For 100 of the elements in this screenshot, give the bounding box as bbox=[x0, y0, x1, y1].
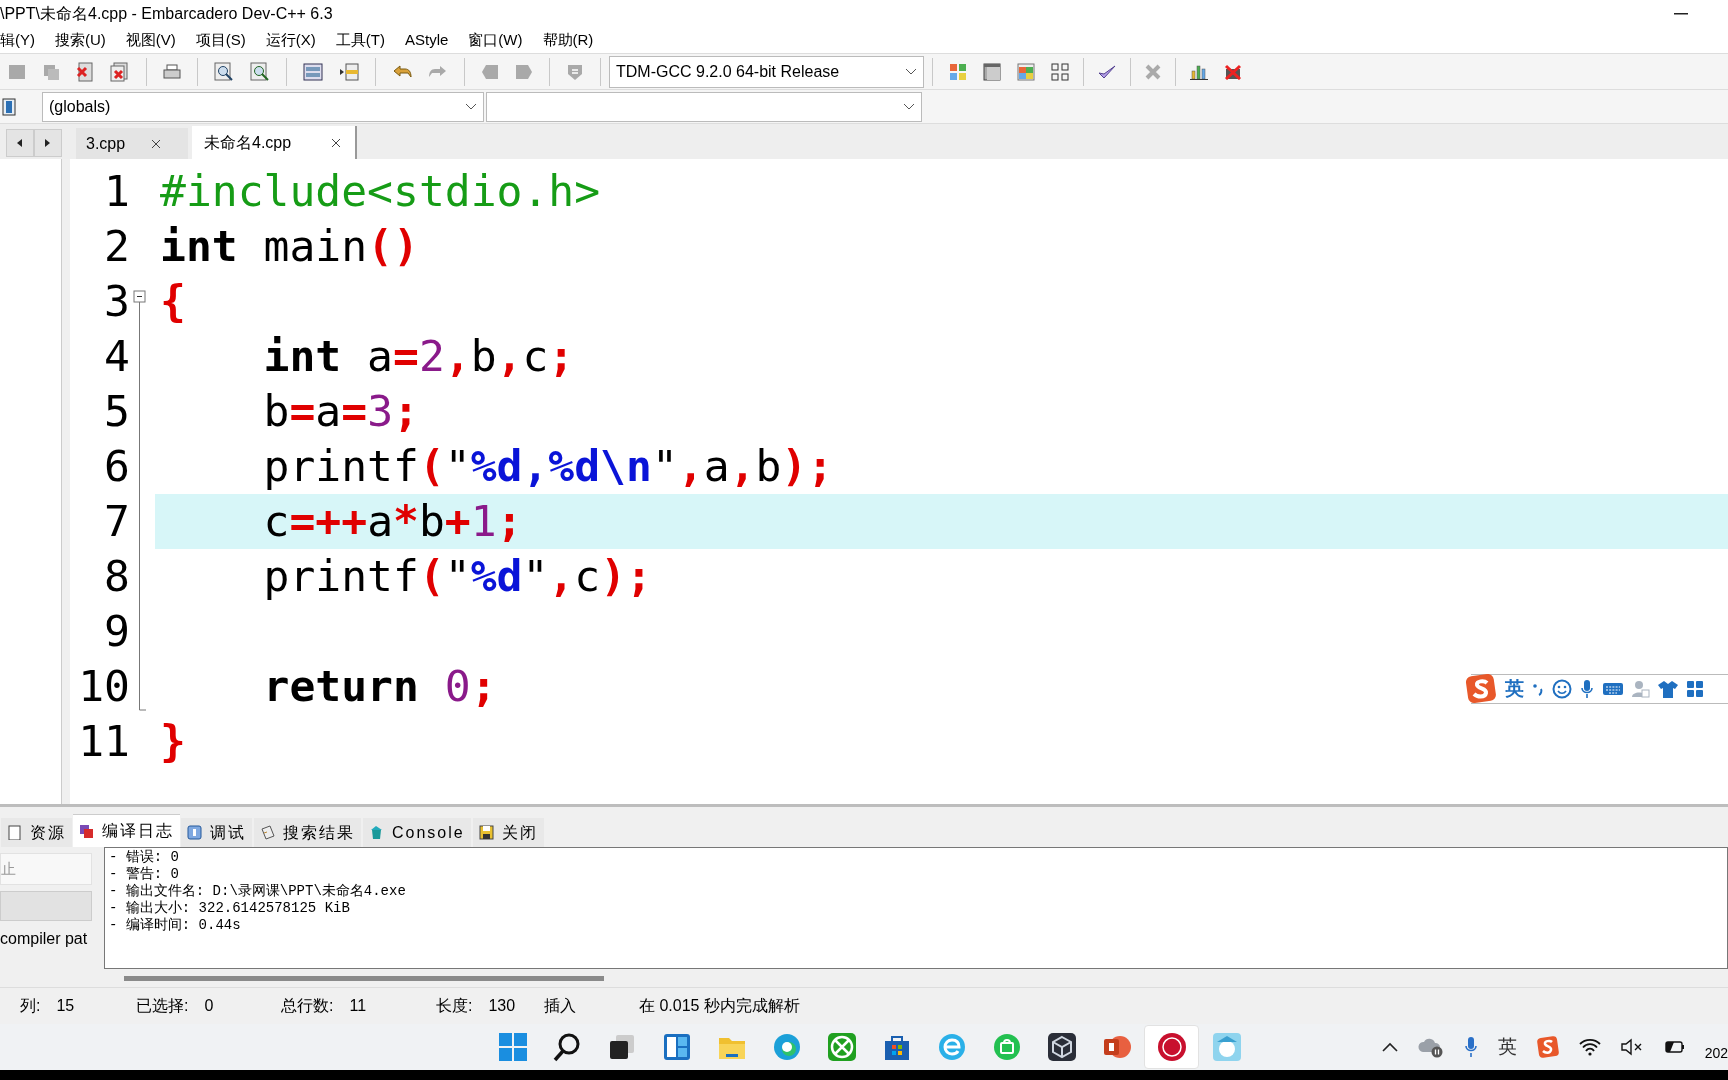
sogou-tray-icon[interactable] bbox=[1536, 1036, 1559, 1058]
scroll-right-button[interactable] bbox=[34, 128, 62, 157]
code-line: printf("%d",c); bbox=[262, 550, 652, 603]
console-icon bbox=[369, 825, 384, 840]
shirt-icon[interactable] bbox=[1658, 680, 1678, 698]
menu-item[interactable]: 辑(Y) bbox=[0, 28, 35, 52]
tiles-icon[interactable] bbox=[1051, 62, 1069, 81]
speaker-muted-icon[interactable] bbox=[1620, 1038, 1643, 1056]
find-icon[interactable] bbox=[214, 61, 234, 82]
menu-item[interactable]: 帮助(R) bbox=[542, 28, 594, 52]
widgets-icon[interactable] bbox=[661, 1032, 692, 1062]
undo-icon[interactable] bbox=[392, 63, 412, 80]
line-number: 2 bbox=[103, 220, 130, 273]
close-file-icon[interactable] bbox=[76, 61, 94, 82]
log-line: - 输出大小: 322.6142578125 KiB bbox=[109, 900, 351, 917]
close-icon[interactable] bbox=[151, 138, 162, 149]
battery-icon[interactable] bbox=[1662, 1039, 1685, 1055]
panel-tab[interactable]: 调试 bbox=[181, 818, 252, 847]
menu-item[interactable]: 窗口(W) bbox=[468, 28, 523, 52]
panel-tab[interactable]: Console bbox=[363, 818, 471, 847]
arrow-left-icon bbox=[17, 138, 23, 147]
minimize-icon[interactable] bbox=[1674, 12, 1688, 15]
document-icon bbox=[7, 825, 22, 840]
class-browser-icon[interactable] bbox=[2, 97, 16, 116]
microphone-icon[interactable] bbox=[1463, 1036, 1478, 1058]
status-label: 列: bbox=[20, 996, 41, 1016]
line-number: 7 bbox=[103, 495, 130, 548]
line-number: 9 bbox=[103, 605, 130, 658]
search-icon[interactable] bbox=[551, 1032, 582, 1062]
menu-item[interactable]: 工具(T) bbox=[335, 28, 385, 52]
delete-profile-icon[interactable] bbox=[1224, 63, 1242, 80]
menu-item[interactable]: 视图(V) bbox=[125, 28, 176, 52]
panel-tab[interactable]: 搜索结果 bbox=[254, 818, 361, 847]
input-mode-toggle[interactable]: 英 bbox=[1505, 674, 1524, 704]
code-line: return 0; bbox=[262, 660, 497, 713]
close-all-icon[interactable] bbox=[110, 61, 130, 82]
compiler-path-label: compiler pat bbox=[0, 929, 89, 949]
input-language-indicator[interactable]: 英 bbox=[1497, 1032, 1517, 1062]
scope-dropdown[interactable]: (globals) bbox=[42, 91, 484, 122]
status-label: 在 0.015 秒内完成解析 bbox=[639, 996, 800, 1016]
status-label: 总行数: bbox=[281, 996, 334, 1016]
menu-item[interactable]: 运行(X) bbox=[265, 28, 316, 52]
scroll-left-button[interactable] bbox=[6, 128, 34, 157]
microphone-icon[interactable] bbox=[1580, 679, 1594, 699]
close-icon[interactable] bbox=[331, 137, 342, 148]
arrow-right-icon bbox=[45, 138, 51, 147]
indent-icon[interactable] bbox=[339, 62, 359, 81]
menu-item[interactable]: 项目(S) bbox=[195, 28, 246, 52]
status-value: 15 bbox=[56, 996, 75, 1016]
panel-tab[interactable]: 资源 bbox=[1, 818, 72, 847]
log-line: - 警告: 0 bbox=[109, 866, 180, 883]
code-line: { bbox=[159, 275, 186, 328]
apps-icon[interactable] bbox=[1686, 680, 1704, 698]
punctuation-icon[interactable] bbox=[1532, 681, 1544, 697]
chevron-down-icon bbox=[465, 102, 477, 111]
panel-tab[interactable]: 编译日志 bbox=[73, 814, 180, 847]
file-tab[interactable]: 3.cpp bbox=[76, 128, 188, 159]
fold-marker-icon[interactable] bbox=[133, 290, 147, 712]
code-line: int a=2,b,c; bbox=[262, 330, 575, 383]
line-number: 4 bbox=[103, 330, 130, 383]
compiler-dropdown[interactable]: TDM-GCC 9.2.0 64-bit Release bbox=[609, 55, 924, 88]
file-tab[interactable]: 未命名4.cpp bbox=[192, 126, 357, 159]
code-line: b=a=3; bbox=[262, 385, 419, 438]
status-label: 长度: bbox=[436, 996, 473, 1016]
menu-item[interactable]: AStyle bbox=[405, 28, 449, 52]
toggle-comment-icon[interactable] bbox=[566, 62, 584, 81]
horizontal-scrollbar[interactable] bbox=[124, 975, 604, 981]
line-number: 8 bbox=[103, 550, 130, 603]
line-number: 3 bbox=[103, 275, 130, 328]
sogou-logo-icon[interactable] bbox=[1465, 674, 1497, 704]
color-grid-icon[interactable] bbox=[1017, 62, 1035, 81]
panel-tab[interactable]: 关闭 bbox=[472, 818, 544, 847]
panel-icon[interactable] bbox=[983, 62, 1001, 81]
window-title: \PPT\未命名4.cpp - Embarcadero Dev-C++ 6.3 bbox=[0, 3, 333, 24]
grid-icon[interactable] bbox=[949, 62, 967, 81]
start-icon[interactable] bbox=[498, 1032, 528, 1062]
cloud-icon[interactable] bbox=[1417, 1036, 1444, 1058]
chevron-down-icon bbox=[905, 67, 917, 76]
line-number: 6 bbox=[103, 440, 130, 493]
window-icon[interactable] bbox=[303, 62, 323, 81]
replace-icon[interactable] bbox=[250, 61, 270, 82]
wifi-icon[interactable] bbox=[1578, 1038, 1601, 1056]
status-value: 130 bbox=[488, 996, 516, 1016]
checkmark-icon[interactable] bbox=[1098, 63, 1116, 80]
debug-icon bbox=[187, 825, 202, 840]
bar-chart-icon[interactable] bbox=[1190, 63, 1208, 80]
log-line: - 编译时间: 0.44s bbox=[109, 917, 242, 934]
code-line: } bbox=[159, 715, 186, 768]
keyboard-icon[interactable] bbox=[1602, 681, 1624, 697]
smiley-icon[interactable] bbox=[1552, 679, 1572, 699]
printer-icon[interactable] bbox=[163, 63, 181, 80]
chevron-up-icon[interactable] bbox=[1381, 1042, 1398, 1052]
line-number: 11 bbox=[77, 715, 130, 768]
status-label: 插入 bbox=[544, 996, 576, 1016]
code-line: #include<stdio.h> bbox=[159, 165, 601, 218]
cube-icon[interactable] bbox=[1046, 1032, 1077, 1062]
code-line: int main() bbox=[159, 220, 419, 273]
status-value: 11 bbox=[349, 996, 367, 1016]
ring-icon[interactable] bbox=[1156, 1032, 1187, 1062]
menu-item[interactable]: 搜索(U) bbox=[55, 28, 106, 52]
